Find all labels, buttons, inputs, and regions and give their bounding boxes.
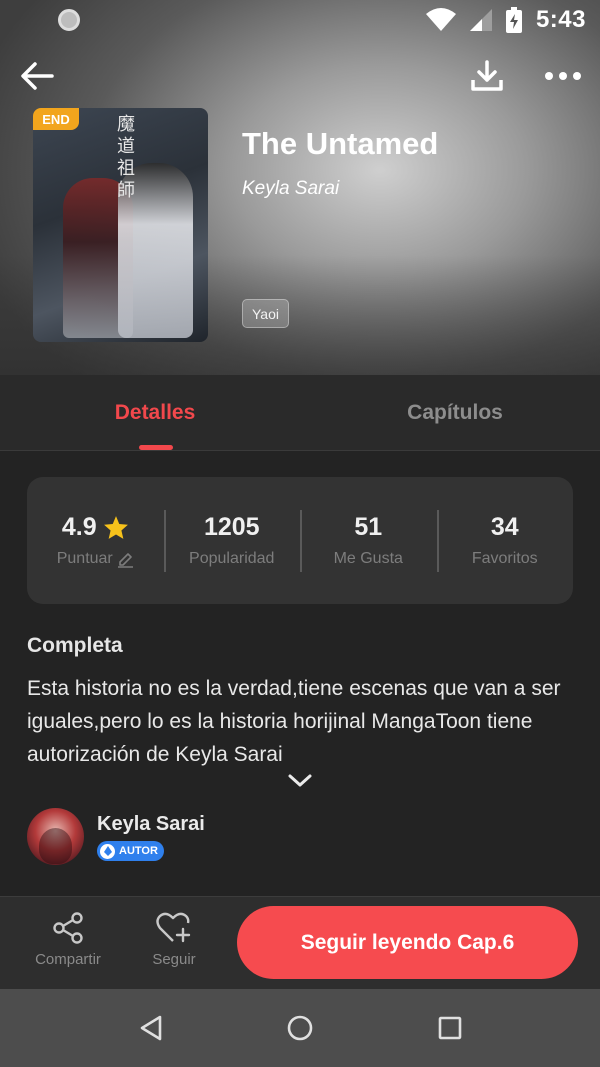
bottom-action-bar: Compartir Seguir Seguir leyendo Cap.6: [0, 896, 600, 989]
share-label: Compartir: [35, 951, 101, 968]
likes-label: Me Gusta: [333, 550, 403, 567]
status-bar: 5:43: [0, 0, 600, 40]
follow-button[interactable]: Seguir: [138, 911, 210, 968]
chevron-down-icon: [288, 774, 312, 787]
signal-icon: [469, 9, 492, 31]
follow-label: Seguir: [152, 951, 196, 968]
battery-icon: [505, 7, 522, 33]
nav-home-button[interactable]: [280, 1008, 320, 1048]
heart-plus-icon: [156, 912, 191, 943]
stat-rating[interactable]: 4.9 Puntuar: [27, 477, 164, 604]
download-icon: [471, 60, 503, 91]
pencil-icon: [117, 552, 133, 568]
author-avatar[interactable]: [27, 808, 84, 865]
top-bar: [0, 50, 600, 102]
more-icon-dot: [559, 72, 567, 80]
book-author[interactable]: Keyla Sarai: [242, 178, 339, 200]
expand-description-button[interactable]: [284, 770, 316, 792]
rating-label: Puntuar: [56, 550, 113, 567]
continue-reading-button[interactable]: Seguir leyendo Cap.6: [237, 906, 578, 979]
favorites-value: 34: [490, 513, 519, 541]
more-icon-dot: [573, 72, 581, 80]
nav-recent-icon: [438, 1016, 462, 1040]
book-cover[interactable]: 魔道祖師: [33, 108, 208, 342]
popularity-value: 1205: [203, 513, 260, 541]
author-badge-icon: [100, 843, 115, 859]
nav-back-button[interactable]: [131, 1008, 171, 1048]
book-title: The Untamed: [242, 126, 439, 161]
genre-tag[interactable]: Yaoi: [242, 299, 289, 328]
stat-popularity: 1205 Popularidad: [163, 477, 301, 604]
rating-value: 4.9: [61, 513, 97, 541]
share-button[interactable]: Compartir: [28, 911, 108, 968]
description-text: Esta historia no es la verdad,tiene esce…: [27, 677, 561, 766]
likes-value: 51: [354, 513, 383, 541]
tab-capitulos[interactable]: Capítulos: [305, 375, 600, 451]
end-badge: END: [33, 108, 79, 130]
stats-card: 4.9 Puntuar 1205 Popularidad 51 Me Gusta…: [27, 477, 573, 604]
active-tab-indicator: [139, 445, 173, 450]
stat-likes: 51 Me Gusta: [300, 477, 437, 604]
favorites-label: Favoritos: [471, 550, 538, 567]
nav-back-icon: [140, 1015, 162, 1041]
more-button[interactable]: [538, 56, 588, 96]
system-nav-bar: [0, 989, 600, 1067]
more-icon-dot: [545, 72, 553, 80]
author-badge-label: AUTOR: [119, 845, 158, 857]
status-time: 5:43: [535, 6, 586, 33]
author-name[interactable]: Keyla Sarai: [97, 813, 205, 836]
back-arrow-icon: [21, 62, 54, 90]
stat-favorites: 34 Favoritos: [436, 477, 574, 604]
tab-bar: Detalles Capítulos: [0, 375, 600, 451]
tab-detalles[interactable]: Detalles: [5, 375, 305, 451]
completion-status: Completa: [27, 634, 123, 657]
star-icon: [103, 516, 128, 539]
popularity-label: Popularidad: [189, 550, 275, 567]
download-button[interactable]: [466, 56, 508, 96]
nav-recent-button[interactable]: [430, 1008, 470, 1048]
author-badge: AUTOR: [97, 841, 164, 861]
status-icons: 5:43: [425, 6, 586, 34]
notification-dot-icon: [58, 9, 80, 31]
cover-title-text: 魔道祖師: [117, 114, 135, 201]
share-icon: [53, 912, 83, 944]
back-button[interactable]: [16, 56, 58, 96]
wifi-icon: [425, 8, 456, 31]
nav-home-icon: [287, 1015, 313, 1041]
